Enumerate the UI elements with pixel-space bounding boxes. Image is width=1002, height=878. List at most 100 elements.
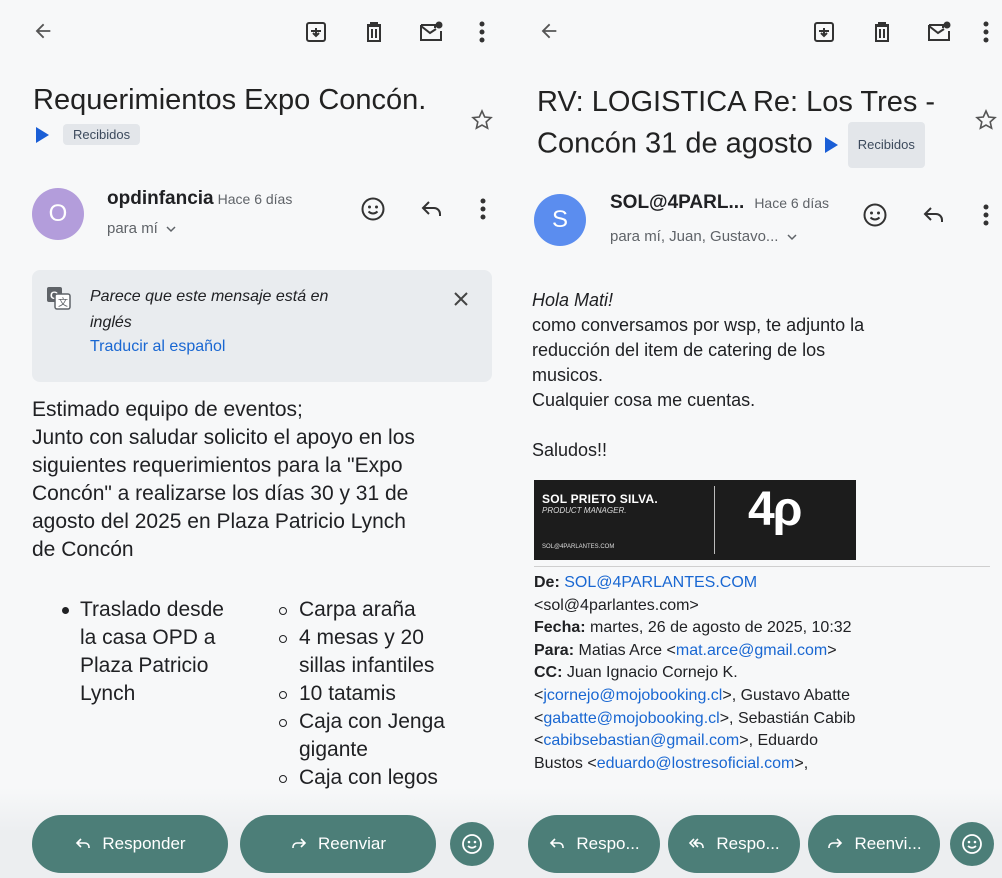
- sublist-item: 4 mesas y 20 sillas infantiles: [279, 624, 445, 680]
- to-end: >: [827, 641, 837, 659]
- list-item-line: Traslado desde: [80, 598, 224, 621]
- sender-row[interactable]: SOL@4PARL... Hace 6 días: [610, 192, 829, 214]
- back-arrow-icon[interactable]: [32, 20, 54, 42]
- to-email-link[interactable]: mat.arce@gmail.com: [676, 642, 827, 659]
- sublist-item-text: Carpa araña: [299, 598, 416, 621]
- cc-row: Bustos <eduardo@lostresoficial.com>,: [534, 753, 994, 776]
- sender-name: SOL@4PARL...: [610, 192, 745, 213]
- archive-icon[interactable]: [812, 20, 836, 44]
- emoji-icon[interactable]: [360, 196, 386, 222]
- more-vert-icon[interactable]: [476, 20, 488, 44]
- cc-email-link[interactable]: cabibsebastian@gmail.com: [543, 732, 739, 749]
- reply-button[interactable]: Respo...: [528, 815, 660, 873]
- list-item-line: Lynch: [80, 682, 136, 705]
- from-link[interactable]: SOL@4PARLANTES.COM: [564, 574, 757, 591]
- translate-message-line: Parece que este mensaje está en: [90, 288, 329, 305]
- avatar[interactable]: S: [534, 194, 586, 246]
- translate-banner: G文 Parece que este mensaje está en inglé…: [32, 270, 492, 382]
- forward-button-label: Reenvi...: [854, 834, 922, 853]
- subject-line-text: Concón 31 de agosto: [537, 127, 813, 160]
- bullet-circle: [279, 607, 287, 615]
- emoji-icon[interactable]: [862, 202, 888, 228]
- bullet-circle: [279, 775, 287, 783]
- requirements-list: Traslado desde la casa OPD a Plaza Patri…: [62, 596, 224, 708]
- reply-all-button[interactable]: Respo...: [668, 815, 800, 873]
- translate-link[interactable]: Traducir al español: [90, 338, 225, 356]
- close-icon[interactable]: [452, 290, 470, 308]
- label-chip-inbox[interactable]: Recibidos: [63, 124, 141, 145]
- translate-icon: G文: [47, 287, 71, 310]
- recipients-toggle[interactable]: para mí: [107, 220, 176, 237]
- body-line: Concón" a realizarse los días 30 y 31 de: [32, 482, 409, 505]
- from-email-row: <sol@4parlantes.com>: [534, 595, 994, 618]
- message-more-icon[interactable]: [477, 197, 489, 221]
- body-closing: Saludos!!: [532, 440, 608, 460]
- label-importance-icon: [824, 137, 838, 153]
- body-line: reducción del item de catering de los: [532, 340, 826, 360]
- top-app-bar: [0, 0, 510, 68]
- bullet-dot: [62, 607, 69, 614]
- react-button[interactable]: [450, 822, 494, 866]
- reply-all-button-label: Respo...: [716, 834, 780, 853]
- mark-unread-icon[interactable]: [418, 20, 444, 44]
- bullet-circle: [279, 691, 287, 699]
- reply-icon[interactable]: [922, 204, 946, 226]
- cc-email-link[interactable]: gabatte@mojobooking.cl: [543, 710, 719, 727]
- sublist-item-text: 10 tatamis: [299, 682, 396, 705]
- reply-icon[interactable]: [420, 198, 444, 220]
- date-label: Fecha:: [534, 619, 586, 637]
- reply-button[interactable]: Responder: [32, 815, 228, 873]
- trash-icon[interactable]: [870, 20, 894, 44]
- avatar[interactable]: O: [32, 188, 84, 240]
- label-chip-inbox[interactable]: Recibidos: [847, 122, 925, 168]
- cc-name: Juan Ignacio Cornejo K.: [566, 664, 738, 682]
- sender-row[interactable]: opdinfancia Hace 6 días: [107, 188, 292, 210]
- requirements-sublist: Carpa araña 4 mesas y 20 sillas infantile…: [279, 596, 445, 792]
- star-icon[interactable]: [974, 108, 998, 132]
- message-more-icon[interactable]: [980, 203, 992, 227]
- emoji-icon: [962, 834, 982, 854]
- sender-name: opdinfancia: [107, 188, 214, 209]
- cc-row: <jcornejo@mojobooking.cl>, Gustavo Abatt…: [534, 685, 994, 708]
- recipients-toggle[interactable]: para mí, Juan, Gustavo...: [610, 228, 797, 245]
- body-line: Cualquier cosa me cuentas.: [532, 390, 756, 410]
- date-value: martes, 26 de agosto de 2025, 10:32: [590, 619, 852, 637]
- subject-line: Concón 31 de agosto Recibidos: [537, 122, 967, 168]
- cc-bracket: <: [534, 732, 544, 750]
- signature-name: SOL PRIETO SILVA.: [542, 492, 658, 506]
- sublist-item-text: 4 mesas y 20: [299, 626, 424, 649]
- forward-button[interactable]: Reenvi...: [808, 815, 940, 873]
- signature-divider: [714, 486, 715, 554]
- cc-email-link[interactable]: eduardo@lostresoficial.com: [597, 755, 795, 772]
- email-body: Hola Mati! como conversamos por wsp, te …: [532, 288, 992, 463]
- from-label: De:: [534, 574, 560, 591]
- sent-time: Hace 6 días: [217, 191, 293, 207]
- trash-icon[interactable]: [362, 20, 386, 44]
- star-icon[interactable]: [470, 108, 494, 132]
- recipients-text: para mí, Juan, Gustavo...: [610, 228, 779, 245]
- cc-row: <cabibsebastian@gmail.com>, Eduardo: [534, 730, 994, 753]
- subject-line: RV: LOGISTICA Re: Los Tres -: [537, 86, 936, 118]
- to-label: Para:: [534, 641, 575, 659]
- more-vert-icon[interactable]: [980, 20, 992, 44]
- top-app-bar: [510, 0, 1002, 68]
- cc-email-link[interactable]: jcornejo@mojobooking.cl: [543, 687, 722, 704]
- react-button[interactable]: [950, 822, 994, 866]
- mark-unread-icon[interactable]: [926, 20, 952, 44]
- forward-icon: [828, 838, 843, 848]
- archive-icon[interactable]: [304, 20, 328, 44]
- date-row: Fecha: martes, 26 de agosto de 2025, 10:…: [534, 617, 994, 640]
- body-line: musicos.: [532, 365, 604, 385]
- email-subject: RV: LOGISTICA Re: Los Tres - Concón 31 d…: [537, 82, 967, 168]
- body-line: Junto con saludar solicito el apoyo en l…: [32, 426, 415, 449]
- sublist-item-text: gigante: [299, 738, 368, 761]
- forward-button-label: Reenviar: [317, 834, 387, 853]
- cc-row: CC: Juan Ignacio Cornejo K.: [534, 662, 994, 685]
- reply-icon: [550, 838, 565, 848]
- forward-button[interactable]: Reenviar: [240, 815, 436, 873]
- recipients-text: para mí: [107, 220, 158, 237]
- cc-name: Bustos <: [534, 754, 597, 772]
- cc-text: >, Eduardo: [739, 732, 818, 750]
- back-arrow-icon[interactable]: [538, 20, 560, 42]
- svg-text:文: 文: [58, 296, 68, 309]
